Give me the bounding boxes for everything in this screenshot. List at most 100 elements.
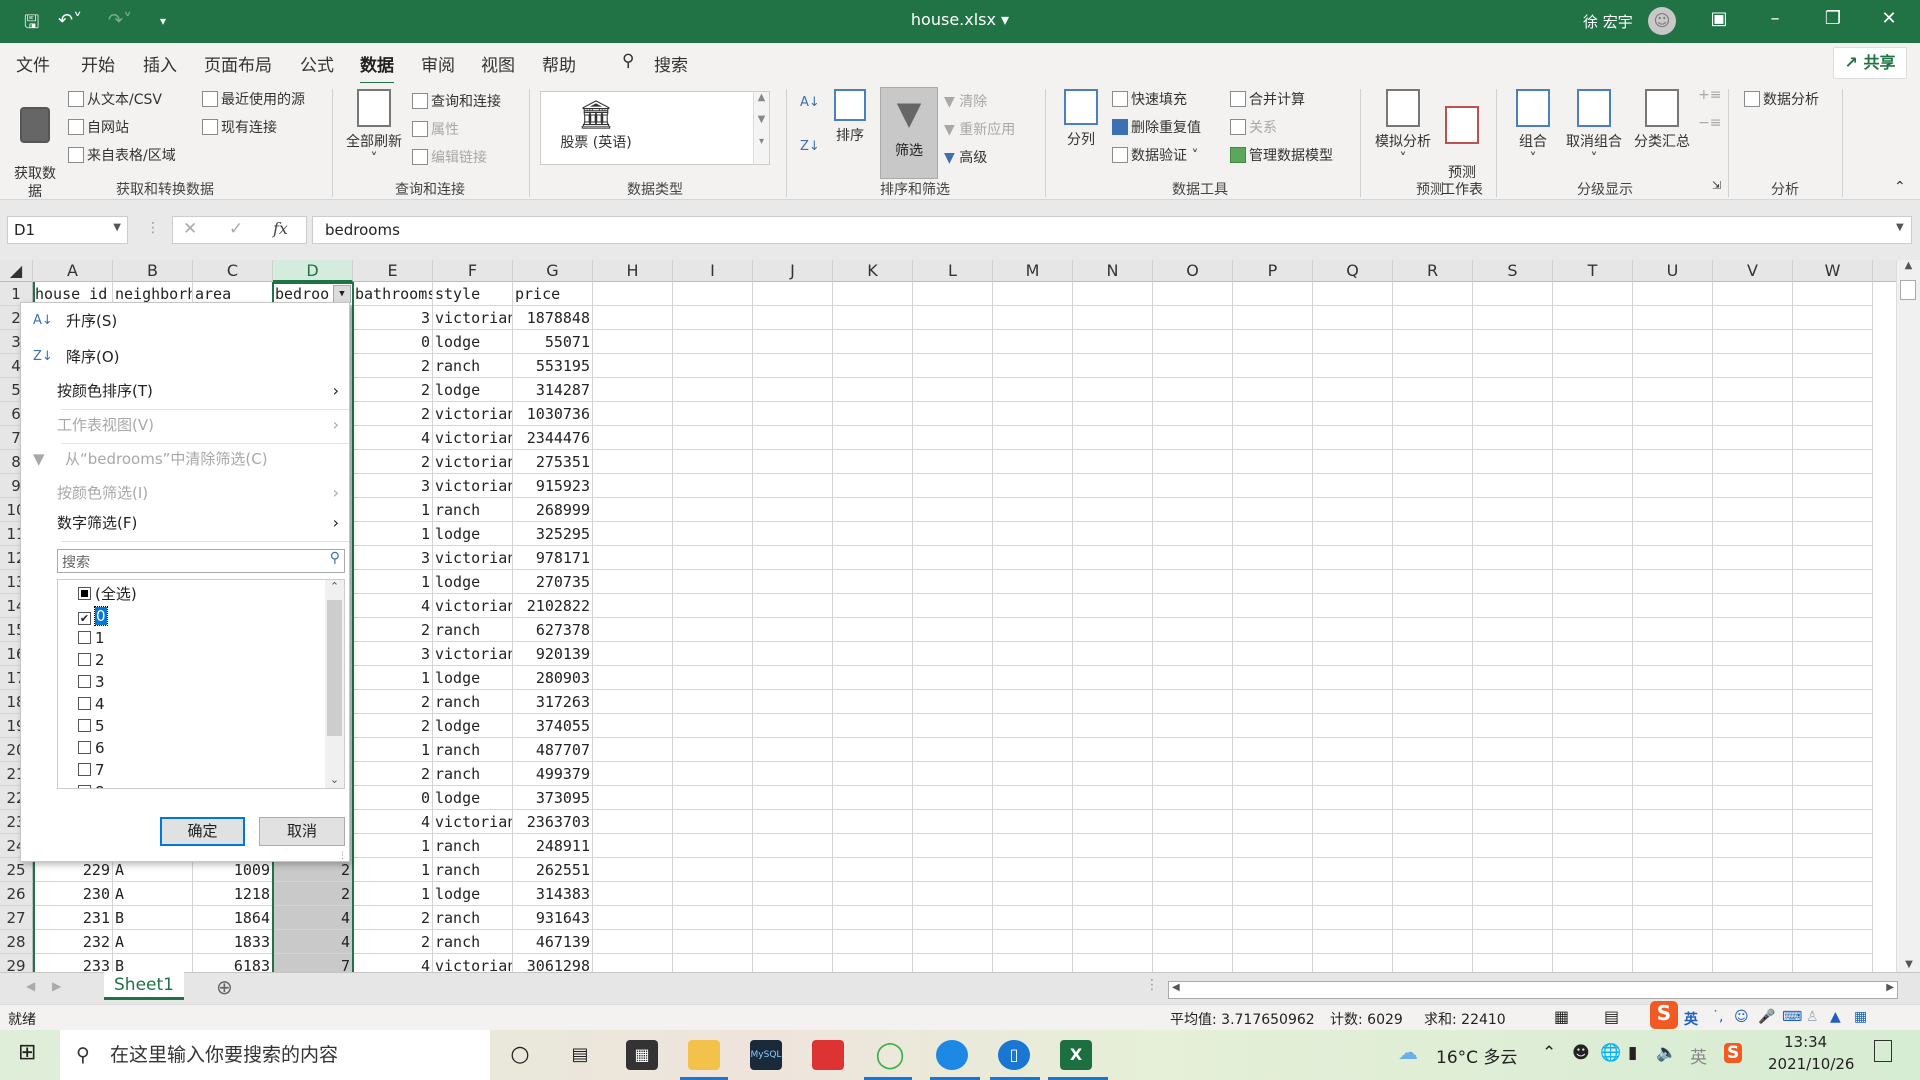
cell[interactable]: [913, 522, 993, 546]
cell[interactable]: [913, 426, 993, 450]
cell[interactable]: [1073, 642, 1153, 666]
cell[interactable]: [1553, 618, 1633, 642]
cell[interactable]: ranch: [433, 354, 513, 378]
cell[interactable]: 1: [353, 498, 433, 522]
cell[interactable]: [673, 930, 753, 954]
cell[interactable]: [993, 882, 1073, 906]
cell[interactable]: [1073, 330, 1153, 354]
cell[interactable]: 1: [353, 738, 433, 762]
cell[interactable]: [833, 666, 913, 690]
ime-mode-icon[interactable]: 英: [1684, 1009, 1698, 1029]
cell[interactable]: [1393, 450, 1473, 474]
cell[interactable]: [913, 714, 993, 738]
cell[interactable]: [993, 834, 1073, 858]
cell[interactable]: [1633, 834, 1713, 858]
cell[interactable]: [1313, 474, 1393, 498]
cell[interactable]: [913, 546, 993, 570]
cell[interactable]: [673, 282, 753, 306]
scroll-right-icon[interactable]: ▶: [1886, 982, 1894, 993]
checkbox[interactable]: [78, 653, 91, 666]
ime-user-icon[interactable]: ♙: [1806, 1009, 1819, 1025]
subtotal-button[interactable]: 分类汇总: [1630, 89, 1694, 151]
cell[interactable]: [1073, 306, 1153, 330]
tab-file[interactable]: 文件: [16, 51, 50, 76]
cell[interactable]: [993, 426, 1073, 450]
cell[interactable]: [1793, 378, 1873, 402]
checkbox[interactable]: [78, 719, 91, 732]
cell[interactable]: [1153, 594, 1233, 618]
cell[interactable]: [1153, 810, 1233, 834]
cell[interactable]: [1153, 834, 1233, 858]
cell[interactable]: [1073, 594, 1153, 618]
cell[interactable]: [833, 282, 913, 306]
cell[interactable]: [833, 810, 913, 834]
cell[interactable]: [1393, 906, 1473, 930]
sheet-view-item[interactable]: 工作表视图(V) ›: [21, 411, 351, 439]
cell[interactable]: [593, 810, 673, 834]
cell[interactable]: [1713, 618, 1793, 642]
sort-descending-button[interactable]: Z↓: [800, 139, 820, 154]
cell[interactable]: [993, 594, 1073, 618]
cell[interactable]: [833, 474, 913, 498]
cell[interactable]: [593, 498, 673, 522]
cell[interactable]: 1218: [193, 882, 273, 906]
cell[interactable]: [1313, 930, 1393, 954]
cell[interactable]: [1633, 762, 1713, 786]
cell[interactable]: [1073, 618, 1153, 642]
cell[interactable]: [1633, 546, 1713, 570]
cell[interactable]: [1713, 762, 1793, 786]
cell[interactable]: [913, 282, 993, 306]
cell[interactable]: 270735: [513, 570, 593, 594]
cell[interactable]: [1793, 426, 1873, 450]
from-web-button[interactable]: 自网站: [68, 117, 129, 137]
cell[interactable]: 2: [353, 450, 433, 474]
cell[interactable]: [1713, 354, 1793, 378]
cell[interactable]: lodge: [433, 330, 513, 354]
cell[interactable]: 2: [353, 930, 433, 954]
cell[interactable]: 1: [353, 882, 433, 906]
cell[interactable]: [1793, 498, 1873, 522]
cell[interactable]: [993, 474, 1073, 498]
cell[interactable]: [753, 594, 833, 618]
cell[interactable]: [993, 762, 1073, 786]
status-sum[interactable]: 求和: 22410: [1424, 1009, 1506, 1029]
cell[interactable]: victorian: [433, 594, 513, 618]
cell[interactable]: [1393, 738, 1473, 762]
cell[interactable]: [1633, 882, 1713, 906]
cell[interactable]: [1793, 858, 1873, 882]
cell[interactable]: [1313, 834, 1393, 858]
cell[interactable]: [1793, 594, 1873, 618]
cell[interactable]: ranch: [433, 930, 513, 954]
cell[interactable]: [1633, 282, 1713, 306]
cell[interactable]: [1793, 474, 1873, 498]
cell[interactable]: [1153, 378, 1233, 402]
cell[interactable]: [833, 354, 913, 378]
search-icon[interactable]: ⚲: [622, 51, 634, 71]
cell[interactable]: [1233, 522, 1313, 546]
cell[interactable]: [1553, 690, 1633, 714]
tab-page-layout[interactable]: 页面布局: [204, 51, 272, 76]
cell[interactable]: [1153, 570, 1233, 594]
cell[interactable]: [993, 810, 1073, 834]
cell[interactable]: [1793, 402, 1873, 426]
notifications-icon[interactable]: [1874, 1040, 1892, 1062]
cell[interactable]: [1633, 642, 1713, 666]
column-header-l[interactable]: L: [913, 260, 993, 282]
cell[interactable]: [1073, 426, 1153, 450]
cell[interactable]: [913, 570, 993, 594]
cell[interactable]: price: [513, 282, 593, 306]
tab-review[interactable]: 审阅: [421, 51, 455, 76]
sort-ascending-button[interactable]: A↓: [800, 95, 820, 110]
cell[interactable]: [1473, 450, 1553, 474]
cell[interactable]: [673, 474, 753, 498]
tab-help[interactable]: 帮助: [542, 51, 576, 76]
cell[interactable]: [673, 378, 753, 402]
clock-date[interactable]: 2021/10/26: [1768, 1055, 1854, 1073]
ime-skin-icon[interactable]: ▲: [1830, 1009, 1841, 1025]
cell[interactable]: [1633, 402, 1713, 426]
cell[interactable]: [993, 858, 1073, 882]
cell[interactable]: [593, 930, 673, 954]
confirm-entry-icon[interactable]: ✓: [229, 219, 243, 239]
name-box[interactable]: D1 ▼: [7, 216, 128, 244]
cell[interactable]: [1393, 426, 1473, 450]
